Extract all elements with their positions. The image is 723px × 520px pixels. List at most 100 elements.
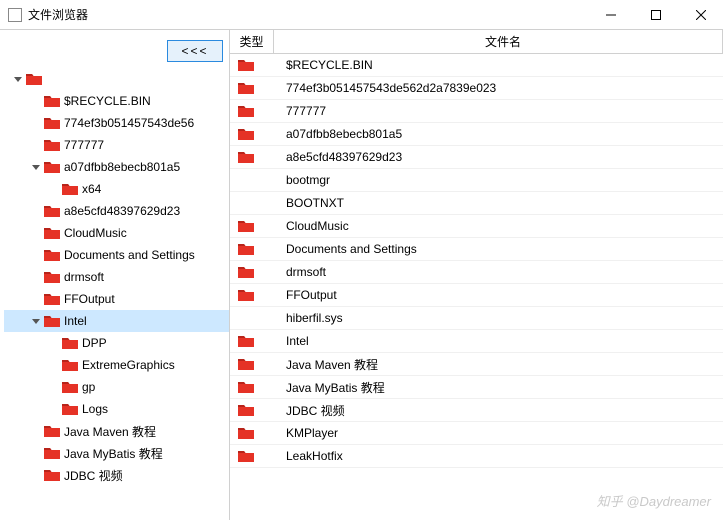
cell-type bbox=[230, 404, 274, 416]
expander-icon[interactable] bbox=[12, 75, 24, 83]
tree-item[interactable]: JDBC 视频 bbox=[4, 464, 229, 486]
tree-panel: <<< $RECYCLE.BIN 774ef3b051457543de56 7777… bbox=[0, 30, 230, 520]
tree-item[interactable]: Logs bbox=[4, 398, 229, 420]
cell-name: hiberfil.sys bbox=[274, 311, 723, 325]
table-row[interactable]: a07dfbb8ebecb801a5 bbox=[230, 123, 723, 146]
table-body[interactable]: $RECYCLE.BIN 774ef3b051457543de562d2a7839… bbox=[230, 54, 723, 520]
tree-item[interactable]: DPP bbox=[4, 332, 229, 354]
table-row[interactable]: BOOTNXT bbox=[230, 192, 723, 215]
table-row[interactable]: KMPlayer bbox=[230, 422, 723, 445]
close-button[interactable] bbox=[678, 0, 723, 29]
tree-item[interactable]: gp bbox=[4, 376, 229, 398]
tree-item-label: FFOutput bbox=[64, 292, 115, 306]
cell-name: Intel bbox=[274, 334, 723, 348]
table-row[interactable]: CloudMusic bbox=[230, 215, 723, 238]
table-row[interactable]: Java MyBatis 教程 bbox=[230, 376, 723, 399]
folder-icon bbox=[238, 59, 254, 71]
folder-icon bbox=[44, 271, 60, 283]
cell-name: a07dfbb8ebecb801a5 bbox=[274, 127, 723, 141]
folder-icon bbox=[62, 403, 78, 415]
table-row[interactable]: 774ef3b051457543de562d2a7839e023 bbox=[230, 77, 723, 100]
folder-icon bbox=[238, 105, 254, 117]
folder-icon bbox=[44, 425, 60, 437]
app-icon bbox=[8, 8, 22, 22]
tree-item[interactable]: 774ef3b051457543de56 bbox=[4, 112, 229, 134]
table-row[interactable]: $RECYCLE.BIN bbox=[230, 54, 723, 77]
folder-icon bbox=[44, 139, 60, 151]
table-row[interactable]: LeakHotfix bbox=[230, 445, 723, 468]
tree-item[interactable]: 777777 bbox=[4, 134, 229, 156]
folder-icon bbox=[44, 205, 60, 217]
tree-item[interactable]: a8e5cfd48397629d23 bbox=[4, 200, 229, 222]
tree-item-label: a8e5cfd48397629d23 bbox=[64, 204, 180, 218]
tree-item[interactable]: drmsoft bbox=[4, 266, 229, 288]
cell-type bbox=[230, 289, 274, 301]
cell-type bbox=[230, 220, 274, 232]
table-row[interactable]: a8e5cfd48397629d23 bbox=[230, 146, 723, 169]
table-row[interactable]: Intel bbox=[230, 330, 723, 353]
cell-name: Java Maven 教程 bbox=[274, 356, 723, 373]
cell-name: LeakHotfix bbox=[274, 449, 723, 463]
tree-item[interactable]: CloudMusic bbox=[4, 222, 229, 244]
column-header-type[interactable]: 类型 bbox=[230, 30, 274, 53]
cell-type bbox=[230, 381, 274, 393]
expander-icon[interactable] bbox=[30, 163, 42, 171]
folder-icon bbox=[238, 220, 254, 232]
cell-name: BOOTNXT bbox=[274, 196, 723, 210]
tree-item-label: Intel bbox=[64, 314, 87, 328]
tree-item-label: x64 bbox=[82, 182, 101, 196]
tree-item[interactable]: Intel bbox=[4, 310, 229, 332]
folder-icon bbox=[238, 289, 254, 301]
cell-name: 774ef3b051457543de562d2a7839e023 bbox=[274, 81, 723, 95]
cell-name: $RECYCLE.BIN bbox=[274, 58, 723, 72]
folder-icon bbox=[238, 266, 254, 278]
titlebar: 文件浏览器 bbox=[0, 0, 723, 30]
cell-name: 777777 bbox=[274, 104, 723, 118]
tree-item-label: 777777 bbox=[64, 138, 104, 152]
folder-icon bbox=[44, 117, 60, 129]
cell-name: KMPlayer bbox=[274, 426, 723, 440]
table-row[interactable]: hiberfil.sys bbox=[230, 307, 723, 330]
column-header-name[interactable]: 文件名 bbox=[274, 30, 723, 53]
maximize-button[interactable] bbox=[633, 0, 678, 29]
folder-icon bbox=[44, 447, 60, 459]
table-header: 类型 文件名 bbox=[230, 30, 723, 54]
folder-icon bbox=[62, 337, 78, 349]
minimize-button[interactable] bbox=[588, 0, 633, 29]
cell-name: drmsoft bbox=[274, 265, 723, 279]
expander-icon[interactable] bbox=[30, 317, 42, 325]
folder-icon bbox=[44, 95, 60, 107]
collapse-button[interactable]: <<< bbox=[167, 40, 223, 62]
tree-item[interactable] bbox=[4, 68, 229, 90]
folder-icon bbox=[238, 427, 254, 439]
tree-item[interactable]: Java Maven 教程 bbox=[4, 420, 229, 442]
cell-name: a8e5cfd48397629d23 bbox=[274, 150, 723, 164]
table-row[interactable]: FFOutput bbox=[230, 284, 723, 307]
folder-icon bbox=[44, 161, 60, 173]
tree-item-label: gp bbox=[82, 380, 95, 394]
tree-item[interactable]: x64 bbox=[4, 178, 229, 200]
cell-name: bootmgr bbox=[274, 173, 723, 187]
tree-item[interactable]: a07dfbb8ebecb801a5 bbox=[4, 156, 229, 178]
tree-item-label: $RECYCLE.BIN bbox=[64, 94, 151, 108]
window-title: 文件浏览器 bbox=[28, 6, 88, 23]
tree-item[interactable]: Java MyBatis 教程 bbox=[4, 442, 229, 464]
table-row[interactable]: Java Maven 教程 bbox=[230, 353, 723, 376]
table-row[interactable]: Documents and Settings bbox=[230, 238, 723, 261]
table-row[interactable]: JDBC 视频 bbox=[230, 399, 723, 422]
tree-item[interactable]: $RECYCLE.BIN bbox=[4, 90, 229, 112]
cell-type bbox=[230, 105, 274, 117]
tree-item[interactable]: ExtremeGraphics bbox=[4, 354, 229, 376]
file-table-panel: 类型 文件名 $RECYCLE.BIN 774ef3b051457543de562… bbox=[230, 30, 723, 520]
folder-icon bbox=[62, 359, 78, 371]
table-row[interactable]: drmsoft bbox=[230, 261, 723, 284]
cell-type bbox=[230, 59, 274, 71]
tree-item-label: ExtremeGraphics bbox=[82, 358, 175, 372]
folder-icon bbox=[44, 293, 60, 305]
table-row[interactable]: bootmgr bbox=[230, 169, 723, 192]
folder-tree[interactable]: $RECYCLE.BIN 774ef3b051457543de56 777777 a0… bbox=[0, 68, 229, 520]
table-row[interactable]: 777777 bbox=[230, 100, 723, 123]
tree-item[interactable]: Documents and Settings bbox=[4, 244, 229, 266]
folder-icon bbox=[44, 315, 60, 327]
tree-item[interactable]: FFOutput bbox=[4, 288, 229, 310]
